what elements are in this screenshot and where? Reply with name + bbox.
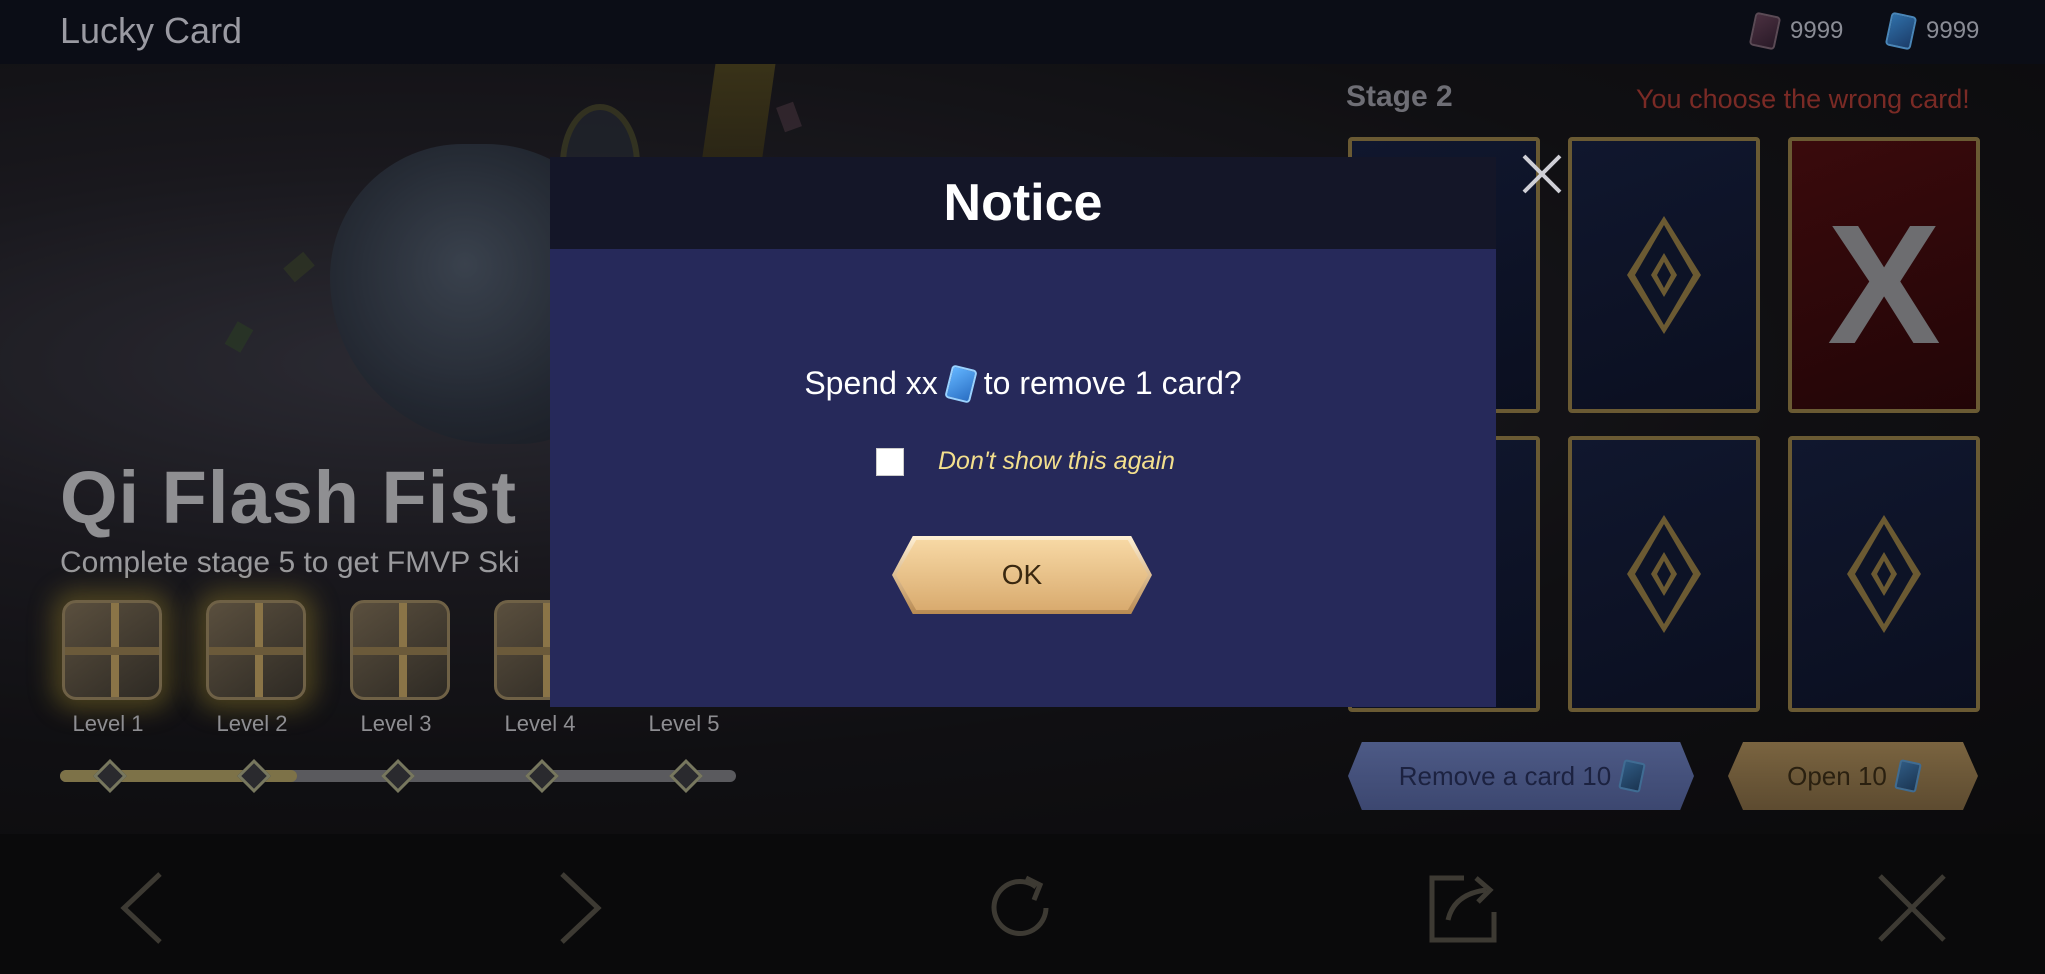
wrong-card-mark: X bbox=[1827, 190, 1941, 380]
red-card-ticket-icon bbox=[1748, 11, 1782, 51]
dialog-header: Notice bbox=[550, 157, 1496, 249]
card-slot-wrong: X bbox=[1788, 137, 1980, 413]
level-3-chest[interactable] bbox=[350, 600, 450, 700]
remove-card-label: Remove a card 10 bbox=[1398, 760, 1612, 791]
level-label: Level 1 bbox=[72, 711, 144, 736]
refresh-icon[interactable] bbox=[980, 868, 1060, 948]
card-slot[interactable] bbox=[1568, 137, 1760, 413]
remove-card-button[interactable]: Remove a card 10 bbox=[1348, 742, 1694, 810]
ok-button-label: OK bbox=[1001, 559, 1043, 590]
skin-title: Qi Flash Fist bbox=[60, 456, 518, 539]
level-1-chest[interactable] bbox=[62, 600, 162, 700]
blue-card-ticket-icon bbox=[1618, 759, 1647, 793]
red-ticket-amount: 9999 bbox=[1790, 17, 1844, 44]
blue-ticket-amount: 9999 bbox=[1926, 17, 1980, 44]
chevron-right-icon[interactable] bbox=[548, 868, 628, 948]
question-text-end: to remove 1 card? bbox=[983, 365, 1242, 401]
top-bar: Lucky Card 9999 9999 bbox=[0, 0, 2045, 64]
dont-show-again-label[interactable]: Don't show this again bbox=[938, 447, 1175, 476]
question-text-start: Spend xx bbox=[804, 365, 938, 401]
blue-card-ticket-icon bbox=[1884, 11, 1918, 51]
level-label: Level 3 bbox=[360, 711, 432, 736]
card-slot[interactable] bbox=[1788, 436, 1980, 712]
currency-red-tickets: 9999 bbox=[1748, 11, 1844, 51]
level-label: Level 2 bbox=[216, 711, 288, 736]
dialog-title: Notice bbox=[943, 174, 1103, 232]
close-icon[interactable] bbox=[1872, 868, 1952, 948]
open-card-button[interactable]: Open 10 bbox=[1728, 742, 1978, 810]
level-2-chest[interactable] bbox=[206, 600, 306, 700]
close-dialog-icon[interactable] bbox=[1520, 152, 1564, 196]
app-title: Lucky Card bbox=[60, 10, 243, 51]
share-icon[interactable] bbox=[1424, 868, 1504, 948]
ok-button[interactable]: OK bbox=[896, 540, 1148, 610]
blue-card-ticket-icon bbox=[1893, 759, 1922, 793]
notice-dialog: Notice Spend xx to remove 1 card? Don't … bbox=[550, 157, 1496, 707]
dialog-question: Spend xx to remove 1 card? bbox=[550, 363, 1496, 404]
stage-title: Stage 2 bbox=[1346, 80, 1453, 113]
wrong-card-message: You choose the wrong card! bbox=[1636, 84, 1970, 114]
chevron-left-icon[interactable] bbox=[110, 868, 190, 948]
card-slot[interactable] bbox=[1568, 436, 1760, 712]
skin-subtitle: Complete stage 5 to get FMVP Ski bbox=[60, 546, 520, 579]
level-label: Level 4 bbox=[504, 711, 576, 736]
open-card-label: Open 10 bbox=[1787, 760, 1887, 791]
level-label: Level 5 bbox=[648, 711, 720, 736]
dont-show-again-row[interactable]: Don't show this again bbox=[876, 447, 1175, 476]
dont-show-again-checkbox[interactable] bbox=[876, 447, 904, 476]
currency-blue-tickets: 9999 bbox=[1884, 11, 1980, 51]
blue-card-ticket-icon bbox=[944, 363, 978, 404]
